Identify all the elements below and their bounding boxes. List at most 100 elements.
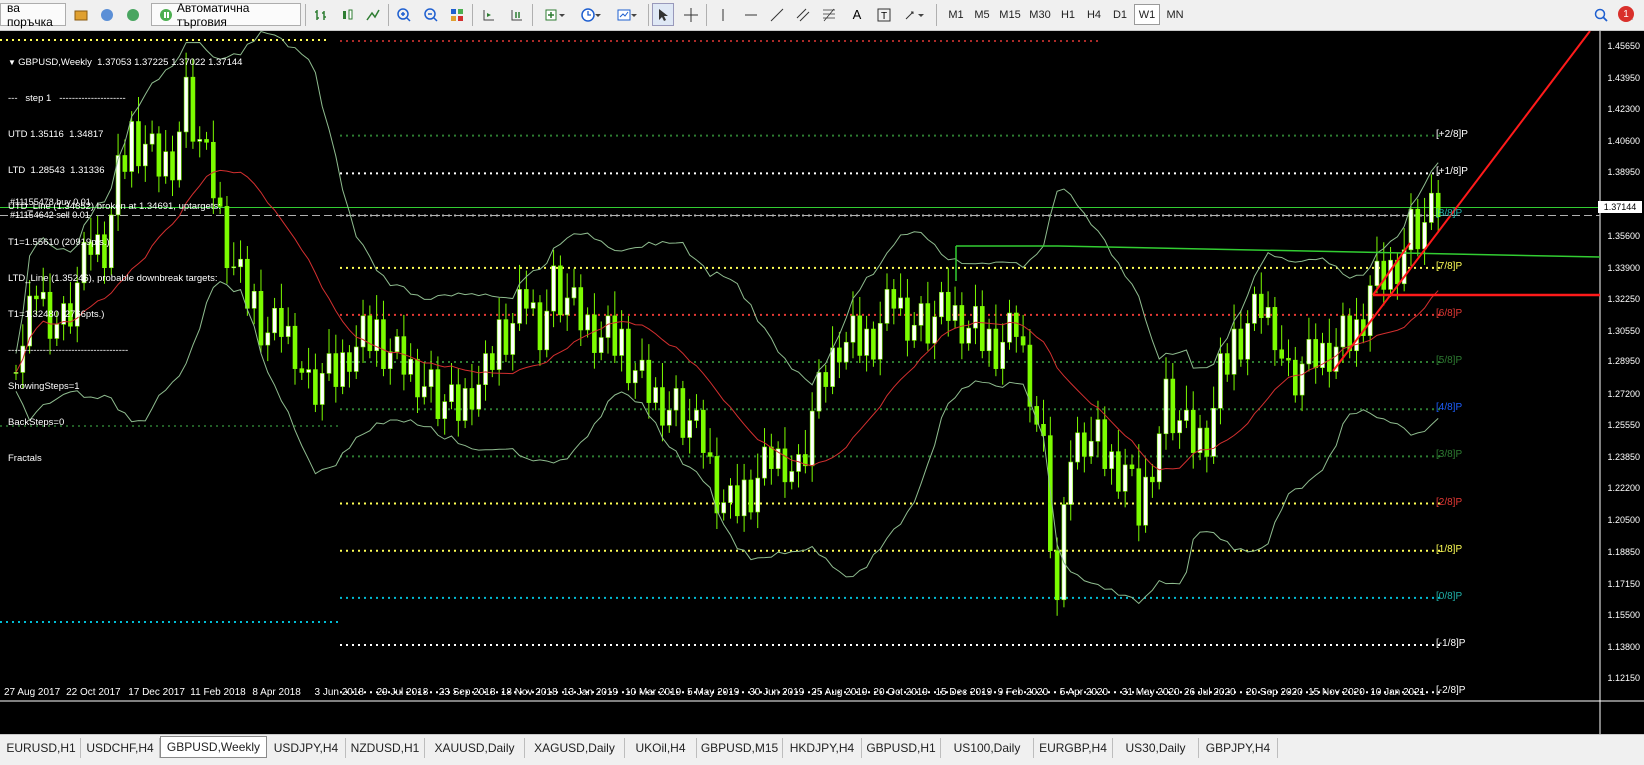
- date-axis-label: 23 Sep 2018: [438, 687, 496, 698]
- candle-body: [619, 328, 624, 356]
- vertical-line-icon[interactable]: [712, 3, 734, 26]
- order-label-buy[interactable]: #11155478 buy 0.01: [10, 197, 91, 207]
- candle-body: [285, 325, 291, 337]
- timeframe-m15[interactable]: M15: [996, 4, 1024, 25]
- chart-tab[interactable]: GBPJPY,H4: [1199, 738, 1278, 758]
- candle-body: [673, 388, 679, 411]
- new-order-label: ва поръчка: [7, 0, 53, 29]
- timeframe-w1[interactable]: W1: [1134, 4, 1160, 25]
- fibonacci-icon[interactable]: [818, 3, 840, 26]
- candle-body: [918, 303, 924, 326]
- bar-chart-icon[interactable]: [310, 3, 332, 26]
- candlestick-icon[interactable]: [336, 3, 358, 26]
- chart-tab[interactable]: EURGBP,H4: [1034, 738, 1113, 758]
- candle-body: [360, 315, 366, 348]
- chart-tab[interactable]: GBPUSD,M15: [697, 738, 783, 758]
- timeframe-h1[interactable]: H1: [1056, 4, 1080, 25]
- crosshair-icon[interactable]: [680, 3, 702, 26]
- trendline-icon[interactable]: [766, 3, 788, 26]
- terminal-icon[interactable]: [96, 3, 118, 26]
- candle-body: [626, 328, 631, 384]
- price-axis-label: 1.13800: [1607, 641, 1640, 652]
- candle-body: [952, 305, 958, 321]
- murrey-level-label: [8/8]P: [1436, 208, 1463, 220]
- timeframe-m1[interactable]: M1: [944, 4, 968, 25]
- candle-body: [646, 359, 652, 403]
- indicators-icon[interactable]: [540, 3, 570, 26]
- candle-body: [1082, 432, 1087, 457]
- chart-tab[interactable]: UKOil,H4: [625, 738, 697, 758]
- candle-body: [299, 368, 305, 373]
- candle-body: [871, 328, 876, 360]
- candle-body: [469, 388, 475, 410]
- periods-icon[interactable]: [576, 3, 606, 26]
- candle-body: [1075, 432, 1080, 463]
- metaeditor-icon[interactable]: [70, 3, 92, 26]
- autoscroll-icon[interactable]: [506, 3, 528, 26]
- date-axis-label: 22 Oct 2017: [66, 687, 121, 698]
- candle-body: [639, 359, 645, 371]
- search-icon[interactable]: [1590, 3, 1612, 26]
- chart-tab[interactable]: GBPUSD,Weekly: [160, 736, 267, 758]
- candle-body: [1422, 222, 1427, 250]
- timeframe-h4[interactable]: H4: [1082, 4, 1106, 25]
- candle-body: [1156, 433, 1162, 483]
- candle-body: [387, 351, 393, 369]
- chart-tab[interactable]: XAGUSD,Daily: [525, 738, 625, 758]
- tile-windows-icon[interactable]: [446, 3, 468, 26]
- chart-tab[interactable]: US100,Daily: [941, 738, 1034, 758]
- chart-tab[interactable]: US30,Daily: [1113, 738, 1199, 758]
- murrey-level-label: [-1/8]P: [1436, 638, 1466, 650]
- timeframe-m30[interactable]: M30: [1026, 4, 1054, 25]
- templates-icon[interactable]: [612, 3, 642, 26]
- cursor-icon[interactable]: [652, 3, 674, 26]
- autotrading-label: Автоматична търговия: [176, 0, 250, 29]
- candle-body: [1388, 259, 1393, 290]
- candle-body: [340, 352, 345, 387]
- timeframe-label: M5: [974, 8, 990, 21]
- notifications-icon[interactable]: 1: [1616, 3, 1638, 26]
- timeframe-label: W1: [1138, 8, 1156, 21]
- signals-icon[interactable]: [122, 3, 144, 26]
- candle-body: [1109, 451, 1114, 469]
- arrows-icon[interactable]: [900, 3, 930, 26]
- chart-tab[interactable]: NZDUSD,H1: [346, 738, 425, 758]
- chart-tab[interactable]: USDCHF,H4: [81, 738, 160, 758]
- chart-tab[interactable]: XAUUSD,Daily: [425, 738, 525, 758]
- chart-menu-icon[interactable]: ▼: [8, 58, 18, 67]
- timeframe-mn[interactable]: MN: [1162, 4, 1188, 25]
- zoom-out-icon[interactable]: [420, 3, 442, 26]
- candle-body: [1286, 357, 1291, 361]
- new-order-button[interactable]: ва поръчка: [0, 0, 66, 29]
- candle-body: [653, 387, 658, 403]
- chart-shift-icon[interactable]: [478, 3, 500, 26]
- info-line: --------------------------------------: [8, 345, 129, 356]
- price-chart[interactable]: ▼ GBPUSD,Weekly 1.37053 1.37225 1.37022 …: [0, 31, 1644, 734]
- chart-tab[interactable]: HKDJPY,H4: [783, 738, 862, 758]
- candle-body: [700, 409, 706, 453]
- autotrading-button[interactable]: Автоматична търговия: [151, 0, 301, 29]
- candle-body: [1313, 339, 1319, 369]
- timeframe-m5[interactable]: M5: [970, 4, 994, 25]
- horizontal-line-icon[interactable]: [740, 3, 762, 26]
- candle-body: [1327, 342, 1332, 372]
- chart-tab[interactable]: USDJPY,H4: [267, 738, 346, 758]
- text-tool-icon[interactable]: A: [846, 3, 868, 26]
- line-chart-icon[interactable]: [362, 3, 384, 26]
- chart-tab[interactable]: EURUSD,H1: [2, 738, 81, 758]
- candle-body: [1429, 192, 1434, 223]
- zoom-in-icon[interactable]: [393, 3, 415, 26]
- timeframe-d1[interactable]: D1: [1108, 4, 1132, 25]
- candle-body: [755, 477, 761, 513]
- equidistant-channel-icon[interactable]: [792, 3, 814, 26]
- text-label-icon[interactable]: T: [873, 3, 895, 26]
- murrey-level-label: [6/8]P: [1436, 307, 1463, 319]
- candle-body: [1245, 323, 1250, 360]
- chart-tab[interactable]: GBPUSD,H1: [862, 738, 941, 758]
- info-line: LTD_Line (1.35246), probable downbreak t…: [8, 273, 218, 284]
- svg-text:T: T: [881, 11, 887, 22]
- order-label-sell[interactable]: #11154642 sell 0.01: [10, 210, 90, 220]
- candle-body: [605, 315, 611, 338]
- candle-body: [898, 297, 903, 309]
- candle-body: [1013, 312, 1019, 337]
